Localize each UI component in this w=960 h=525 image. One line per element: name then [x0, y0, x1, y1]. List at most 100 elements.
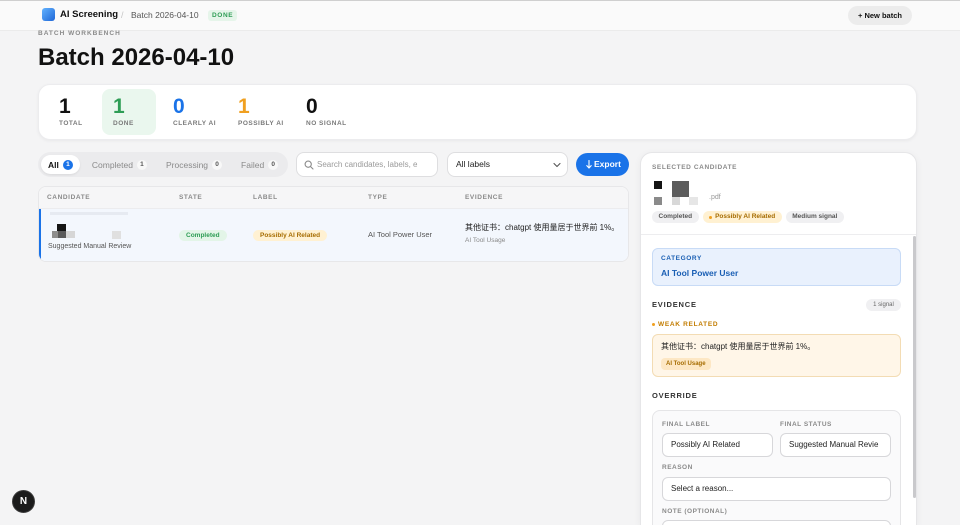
stat-label: DONE — [113, 120, 134, 127]
final-status-label: FINAL STATUS — [780, 421, 832, 428]
state-badge: Completed — [179, 230, 227, 241]
redaction-tile — [50, 212, 128, 215]
app-name[interactable]: AI Screening — [60, 9, 118, 21]
strength-dot-icon — [652, 322, 655, 326]
final-status-select[interactable]: Suggested Manual Revie — [780, 433, 891, 457]
table-row[interactable]: Suggested Manual Review Completed Possib… — [39, 209, 628, 261]
evidence-strength: WEAK RELATED — [652, 320, 718, 328]
column-header-candidate[interactable]: CANDIDATE — [47, 187, 90, 209]
selected-row-indicator — [39, 209, 41, 261]
page-title: Batch 2026-04-10 — [38, 44, 235, 71]
stat-value: 0 — [306, 95, 318, 118]
signal-strength-badge: Medium signal — [785, 211, 844, 223]
note-label: NOTE (OPTIONAL) — [662, 508, 728, 515]
stat-done[interactable]: 1 DONE — [102, 89, 156, 135]
final-label-label: FINAL LABEL — [662, 421, 710, 428]
redaction-tile — [112, 231, 121, 239]
stat-value: 1 — [59, 95, 71, 118]
note-input[interactable] — [662, 520, 891, 525]
candidate-type: AI Tool Power User — [368, 230, 433, 239]
stat-label: CLEARLY AI — [173, 120, 217, 127]
reason-select[interactable]: Select a reason... — [662, 477, 891, 501]
override-heading: OVERRIDE — [652, 391, 698, 400]
stat-value: 1 — [113, 95, 125, 118]
badge-label: Medium signal — [792, 213, 838, 220]
tab-completed[interactable]: Completed 1 — [85, 155, 154, 174]
file-extension: .pdf — [709, 194, 721, 201]
category-box: CATEGORY AI Tool Power User — [652, 248, 901, 286]
stat-value: 1 — [238, 95, 250, 118]
export-label: Export — [594, 159, 621, 169]
tab-label: Processing — [165, 159, 209, 170]
app-logo-icon[interactable] — [42, 8, 55, 21]
redaction-tile — [57, 224, 66, 231]
badge-label: Possibly AI Related — [715, 213, 776, 220]
override-form: FINAL LABEL Possibly AI Related FINAL ST… — [652, 410, 901, 525]
column-header-evidence[interactable]: EVIDENCE — [465, 187, 503, 209]
breadcrumb-batch: Batch 2026-04-10 — [131, 10, 199, 20]
table-header: CANDIDATE STATE LABEL TYPE EVIDENCE — [39, 187, 628, 209]
redaction-tile — [672, 181, 689, 197]
download-icon — [586, 160, 592, 169]
stat-label: TOTAL — [59, 120, 83, 127]
chevron-down-icon — [553, 162, 561, 168]
stat-no-signal[interactable]: 0 NO SIGNAL — [295, 89, 358, 135]
stat-label: NO SIGNAL — [306, 120, 347, 127]
evidence-tag: AI Tool Usage — [661, 358, 711, 370]
breadcrumb-separator: / — [121, 10, 124, 20]
redaction-tile — [58, 231, 66, 238]
final-label-value: Possibly AI Related — [671, 440, 740, 449]
export-button[interactable]: Export — [576, 153, 629, 176]
column-header-label[interactable]: LABEL — [253, 187, 278, 209]
column-header-state[interactable]: STATE — [179, 187, 202, 209]
final-label-select[interactable]: Possibly AI Related — [662, 433, 773, 457]
search-input[interactable] — [317, 153, 435, 176]
label-filter-select[interactable]: All labels — [447, 152, 568, 177]
stat-value: 0 — [173, 95, 185, 118]
label-filter-value: All labels — [456, 159, 491, 169]
evidence-tag: AI Tool Usage — [465, 237, 506, 244]
candidates-table: CANDIDATE STATE LABEL TYPE EVIDENCE Sugg… — [38, 186, 629, 262]
strength-label: WEAK RELATED — [658, 320, 719, 328]
final-status-value: Suggested Manual Revie — [789, 440, 879, 449]
evidence-card: 其他证书：chatgpt 使用量居于世界前 1%。 AI Tool Usage — [652, 334, 901, 377]
tab-processing[interactable]: Processing 0 — [159, 155, 229, 174]
tab-label: All — [48, 159, 59, 170]
tab-all[interactable]: All 1 — [41, 155, 80, 174]
tab-count-badge: 0 — [212, 159, 223, 170]
evidence-text: 其他证书：chatgpt 使用量居于世界前 1%。 — [465, 223, 620, 232]
redaction-tile — [654, 197, 662, 205]
tab-failed[interactable]: Failed 0 — [234, 155, 285, 174]
tab-label: Completed — [91, 159, 133, 170]
candidate-recommendation: Suggested Manual Review — [48, 243, 132, 250]
redaction-tile — [689, 197, 698, 205]
label-badge: Possibly AI Related — [253, 230, 328, 241]
tab-count-badge: 1 — [136, 159, 147, 170]
detail-heading: SELECTED CANDIDATE — [652, 164, 738, 171]
divider — [641, 234, 916, 235]
column-header-type[interactable]: TYPE — [368, 187, 387, 209]
batch-status-badge: DONE — [208, 9, 238, 21]
signal-count-badge: 1 signal — [866, 299, 901, 311]
status-dot-icon — [709, 215, 713, 219]
detail-badges: Completed Possibly AI Related Medium sig… — [652, 211, 844, 223]
dev-tools-button[interactable]: N — [12, 490, 35, 513]
top-bar: AI Screening / Batch 2026-04-10 DONE + N… — [0, 0, 960, 31]
stat-clearly-ai[interactable]: 0 CLEARLY AI — [162, 89, 227, 135]
redaction-tile — [672, 197, 680, 205]
state-badge: Completed — [652, 211, 699, 223]
page-eyebrow: BATCH WORKBENCH — [38, 30, 121, 37]
stat-total[interactable]: 1 TOTAL — [48, 89, 94, 135]
tab-label: Failed — [241, 159, 265, 170]
label-badge: Possibly AI Related — [702, 211, 782, 223]
stats-card: 1 TOTAL 1 DONE 0 CLEARLY AI 1 POSSIBLY A… — [38, 84, 917, 140]
tab-count-badge: 0 — [268, 159, 279, 170]
stat-possibly-ai[interactable]: 1 POSSIBLY AI — [227, 89, 295, 135]
evidence-heading: EVIDENCE — [652, 300, 697, 309]
category-value: AI Tool Power User — [661, 268, 739, 278]
new-batch-button[interactable]: + New batch — [848, 6, 912, 25]
stat-label: POSSIBLY AI — [238, 120, 284, 127]
panel-scrollbar[interactable] — [913, 236, 916, 498]
candidate-detail-panel: SELECTED CANDIDATE .pdf Completed Possib… — [640, 152, 917, 525]
search-field[interactable] — [296, 152, 438, 177]
